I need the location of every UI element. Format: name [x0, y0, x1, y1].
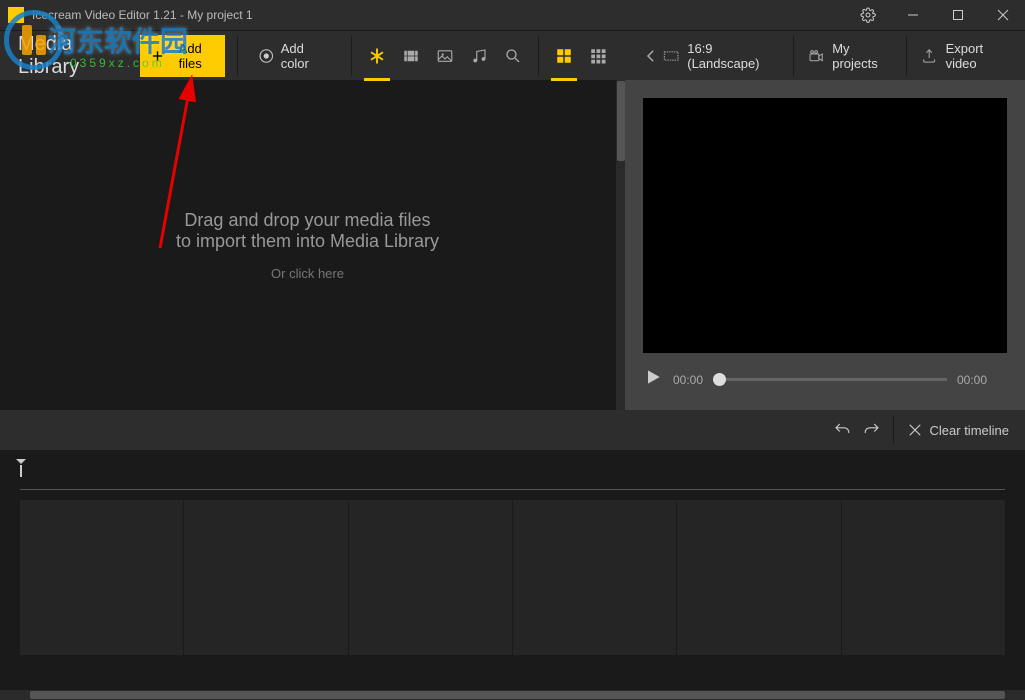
x-icon — [906, 421, 924, 439]
seek-bar[interactable] — [713, 378, 947, 381]
undo-button[interactable] — [833, 421, 851, 439]
image-icon — [436, 47, 454, 65]
drop-hint-line2: to import them into Media Library — [176, 231, 439, 252]
collapse-library-button[interactable] — [639, 43, 663, 69]
search-icon — [504, 47, 522, 65]
app-icon — [8, 7, 24, 23]
plus-icon — [152, 50, 163, 62]
redo-button[interactable] — [863, 421, 881, 439]
color-wheel-icon — [258, 47, 275, 65]
toolbar-divider — [893, 416, 894, 444]
music-icon — [470, 47, 488, 65]
timeline-ruler[interactable] — [20, 470, 1005, 490]
playhead[interactable] — [20, 465, 22, 477]
filter-image-button[interactable] — [432, 43, 458, 69]
minimize-button[interactable] — [890, 0, 935, 30]
camera-icon — [808, 47, 824, 65]
close-button[interactable] — [980, 0, 1025, 30]
clip-slot[interactable] — [513, 500, 676, 655]
gear-icon — [860, 7, 876, 23]
my-projects-label: My projects — [832, 41, 892, 71]
chevron-left-icon — [642, 47, 660, 65]
add-color-button[interactable]: Add color — [250, 35, 339, 77]
undo-icon — [833, 421, 851, 439]
settings-button[interactable] — [845, 0, 890, 30]
play-button[interactable] — [643, 367, 663, 392]
my-projects-button[interactable]: My projects — [808, 41, 892, 71]
clip-slot[interactable] — [20, 500, 183, 655]
drop-hint-line3: Or click here — [271, 266, 344, 281]
toolbar-divider — [351, 36, 352, 76]
filter-all-button[interactable] — [364, 43, 390, 69]
asterisk-icon — [368, 47, 386, 65]
timeline-area[interactable] — [0, 450, 1025, 700]
toolbar-divider — [793, 36, 794, 76]
clip-slot[interactable] — [349, 500, 512, 655]
window-title: Icecream Video Editor 1.21 - My project … — [32, 8, 845, 22]
add-files-button[interactable]: Add files — [140, 35, 225, 77]
total-time: 00:00 — [957, 373, 987, 387]
close-icon — [997, 9, 1009, 21]
toolbar-divider — [538, 36, 539, 76]
grid-large-icon — [555, 47, 573, 65]
film-icon — [402, 47, 420, 65]
play-icon — [643, 367, 663, 387]
toolbar-divider — [237, 36, 238, 76]
filter-video-button[interactable] — [398, 43, 424, 69]
clip-slot[interactable] — [184, 500, 347, 655]
maximize-button[interactable] — [935, 0, 980, 30]
clip-slot[interactable] — [842, 500, 1005, 655]
current-time: 00:00 — [673, 373, 703, 387]
clip-slot[interactable] — [677, 500, 840, 655]
aspect-ratio-icon — [663, 47, 679, 65]
maximize-icon — [952, 9, 964, 21]
add-files-label: Add files — [167, 41, 213, 71]
view-list-button[interactable] — [585, 43, 611, 69]
section-title: Media Library — [18, 33, 130, 79]
seek-handle[interactable] — [713, 373, 726, 386]
view-grid-button[interactable] — [551, 43, 577, 69]
timeline-scrollbar[interactable] — [0, 690, 1025, 700]
clear-timeline-label: Clear timeline — [930, 423, 1009, 438]
aspect-ratio-button[interactable]: 16:9 (Landscape) — [663, 41, 779, 71]
redo-icon — [863, 421, 881, 439]
preview-canvas — [643, 98, 1007, 353]
drop-hint-line1: Drag and drop your media files — [184, 210, 430, 231]
export-video-button[interactable]: Export video — [921, 41, 1011, 71]
export-video-label: Export video — [946, 41, 1011, 71]
filter-audio-button[interactable] — [466, 43, 492, 69]
export-icon — [921, 47, 937, 65]
media-drop-zone[interactable]: Drag and drop your media files to import… — [0, 80, 615, 410]
toolbar-divider — [906, 36, 907, 76]
search-button[interactable] — [500, 43, 526, 69]
aspect-ratio-label: 16:9 (Landscape) — [687, 41, 779, 71]
grid-small-icon — [589, 47, 607, 65]
add-color-label: Add color — [281, 41, 332, 71]
library-scrollbar[interactable] — [615, 80, 625, 410]
clear-timeline-button[interactable]: Clear timeline — [906, 421, 1009, 439]
minimize-icon — [907, 9, 919, 21]
